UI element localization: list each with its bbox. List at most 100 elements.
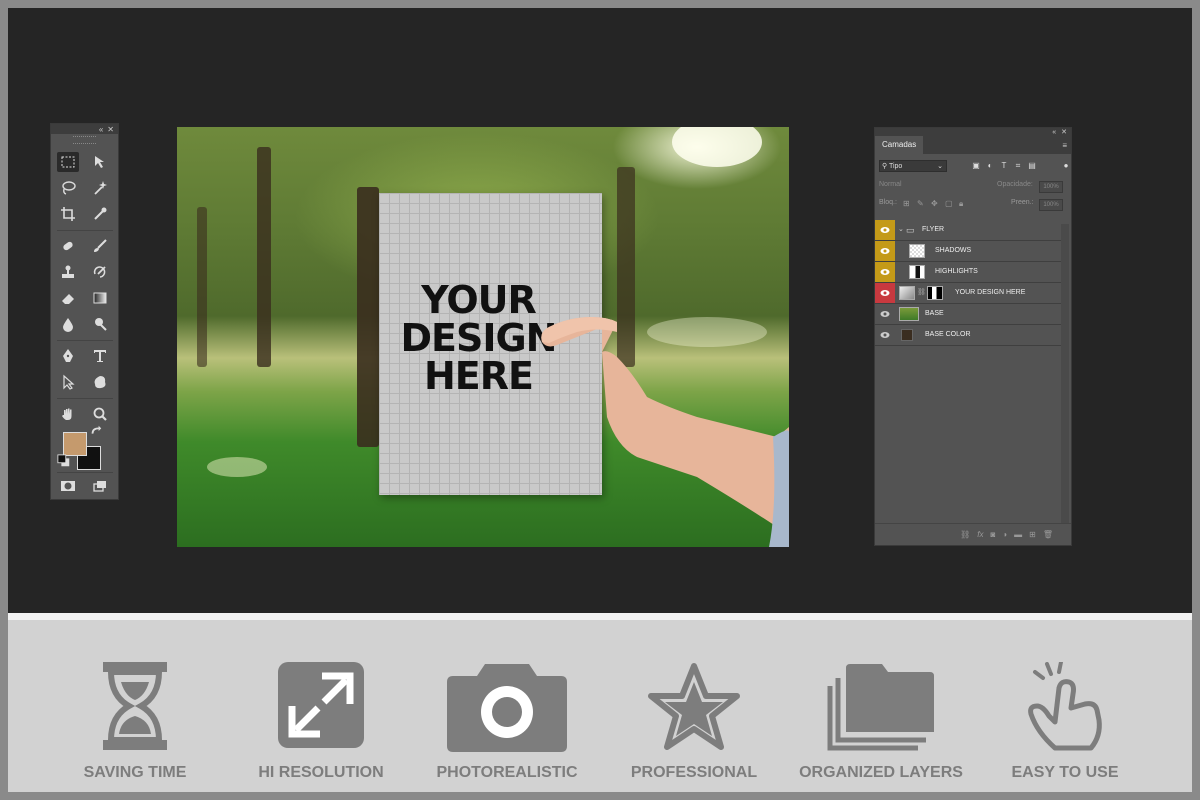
marquee-icon[interactable] bbox=[57, 152, 79, 172]
feature-label: ORGANIZED LAYERS bbox=[799, 764, 963, 781]
brush-icon[interactable] bbox=[89, 236, 111, 256]
visibility-eye-icon[interactable] bbox=[875, 325, 895, 345]
camera-icon bbox=[447, 664, 567, 752]
visibility-eye-icon[interactable] bbox=[875, 241, 895, 261]
filter-type-icon[interactable]: T bbox=[999, 161, 1009, 171]
group-expand-icon[interactable]: ⌄ bbox=[898, 220, 904, 240]
link-icon[interactable]: ⛓ bbox=[917, 283, 926, 303]
section-divider bbox=[8, 613, 1192, 620]
layer-filter-row: ⚲ Tipo ⌄ ▣ ◐ T ⌗ ▤ ● bbox=[879, 160, 1068, 174]
feature-label: EASY TO USE bbox=[1011, 764, 1119, 781]
layer-thumbnail bbox=[899, 307, 919, 321]
layer-row-base-color[interactable]: BASE COLOR bbox=[875, 325, 1061, 346]
adjustment-layer-icon[interactable]: ◑ bbox=[1002, 530, 1007, 539]
visibility-eye-icon[interactable] bbox=[875, 220, 895, 240]
type-icon[interactable] bbox=[89, 346, 111, 366]
move-icon[interactable] bbox=[89, 152, 111, 172]
fx-icon[interactable]: fx bbox=[977, 530, 983, 539]
magic-wand-icon[interactable] bbox=[89, 178, 111, 198]
document-canvas[interactable]: YOUR DESIGN HERE bbox=[177, 127, 789, 547]
filter-pixel-icon[interactable]: ▣ bbox=[971, 161, 981, 171]
tab-layers[interactable]: Camadas bbox=[875, 136, 924, 154]
healing-icon[interactable] bbox=[57, 236, 79, 256]
close-icon[interactable]: ✕ bbox=[1061, 128, 1067, 136]
link-layers-icon[interactable]: ⛓ bbox=[960, 530, 970, 539]
layer-name: BASE COLOR bbox=[925, 331, 971, 338]
filter-adjustment-icon[interactable]: ◐ bbox=[985, 161, 995, 171]
hand-holding-paper bbox=[541, 317, 789, 547]
tool-separator bbox=[57, 340, 113, 341]
swap-colors-icon[interactable] bbox=[89, 424, 103, 438]
hand-icon[interactable] bbox=[57, 404, 79, 424]
tool-separator bbox=[57, 398, 113, 399]
filter-shape-icon[interactable]: ⌗ bbox=[1013, 161, 1023, 171]
tools-panel: « ✕ bbox=[50, 123, 119, 500]
shape-icon[interactable] bbox=[89, 372, 111, 392]
layer-row-flyer[interactable]: ⌄ ▭ FLYER bbox=[875, 220, 1061, 241]
visibility-eye-icon[interactable] bbox=[875, 262, 895, 282]
quick-mask-icon[interactable] bbox=[57, 476, 79, 496]
lock-artboard-icon[interactable]: ▢ bbox=[945, 199, 953, 208]
opacity-label: Opacidade: bbox=[997, 181, 1033, 188]
smart-object-thumbnail bbox=[899, 286, 915, 300]
lock-transparent-icon[interactable]: ⊞ bbox=[903, 199, 910, 208]
layer-row-highlights[interactable]: HIGHLIGHTS bbox=[875, 262, 1061, 283]
delete-layer-icon[interactable]: 🗑︎ bbox=[1043, 530, 1053, 539]
new-group-icon[interactable]: ▬ bbox=[1014, 530, 1022, 539]
new-layer-icon[interactable]: ⊞ bbox=[1029, 530, 1036, 539]
panel-grip[interactable] bbox=[73, 136, 96, 144]
path-select-icon[interactable] bbox=[57, 372, 79, 392]
layer-row-base[interactable]: BASE bbox=[875, 304, 1061, 325]
tool-separator bbox=[57, 230, 113, 231]
visibility-eye-icon[interactable] bbox=[875, 283, 895, 303]
layers-scrollbar[interactable] bbox=[1061, 224, 1069, 524]
layers-panel: « ✕ Camadas ≡ ⚲ Tipo ⌄ ▣ ◐ T ⌗ ▤ ● Normal bbox=[874, 127, 1072, 546]
lasso-icon[interactable] bbox=[57, 178, 79, 198]
history-brush-icon[interactable] bbox=[89, 262, 111, 282]
folder-icon: ▭ bbox=[906, 225, 915, 235]
tool-separator bbox=[57, 472, 113, 473]
panel-menu-icon[interactable]: ≡ bbox=[1062, 141, 1067, 150]
layer-name: SHADOWS bbox=[935, 247, 972, 254]
dodge-icon[interactable] bbox=[89, 314, 111, 334]
tap-hand-icon bbox=[1028, 662, 1102, 751]
layer-row-your-design-here[interactable]: ⛓ YOUR DESIGN HERE bbox=[875, 283, 1061, 304]
filter-smart-object-icon[interactable]: ▤ bbox=[1027, 161, 1037, 171]
collapse-icon[interactable]: « bbox=[99, 125, 103, 134]
layer-thumbnail bbox=[909, 244, 925, 258]
feature-label: PHOTOREALISTIC bbox=[436, 764, 578, 781]
zoom-icon[interactable] bbox=[89, 404, 111, 424]
eyedropper-icon[interactable] bbox=[89, 204, 111, 224]
expand-icon bbox=[278, 662, 364, 748]
close-icon[interactable]: ✕ bbox=[107, 125, 114, 134]
default-colors-icon[interactable] bbox=[57, 454, 71, 468]
blur-icon[interactable] bbox=[57, 314, 79, 334]
fill-input[interactable]: 100% bbox=[1039, 199, 1063, 211]
blend-mode-select[interactable]: Normal bbox=[879, 181, 902, 188]
fill-label: Preen.: bbox=[1011, 199, 1034, 206]
filter-type-select[interactable]: ⚲ Tipo ⌄ bbox=[879, 160, 947, 172]
chevron-down-icon: ⌄ bbox=[937, 163, 943, 170]
stamp-icon[interactable] bbox=[57, 262, 79, 282]
layers-panel-header[interactable]: « ✕ bbox=[875, 128, 1071, 136]
add-mask-icon[interactable]: ◙ bbox=[990, 530, 995, 539]
tools-panel-header[interactable]: « ✕ bbox=[51, 124, 118, 134]
lock-label: Bloq.: bbox=[879, 199, 897, 206]
eraser-icon[interactable] bbox=[57, 288, 79, 308]
visibility-eye-icon[interactable] bbox=[875, 304, 895, 324]
layer-row-shadows[interactable]: SHADOWS bbox=[875, 241, 1061, 262]
gradient-icon[interactable] bbox=[89, 288, 111, 308]
opacity-input[interactable]: 100% bbox=[1039, 181, 1063, 193]
lock-all-icon[interactable]: 🔒︎ bbox=[959, 199, 963, 209]
pen-icon[interactable] bbox=[57, 346, 79, 366]
screen-mode-icon[interactable] bbox=[89, 476, 111, 496]
image-frame: « ✕ YOUR DESIGN HERE « ✕ Camadas ≡ ⚲ Tip… bbox=[8, 8, 1192, 792]
photoshop-workspace: « ✕ YOUR DESIGN HERE « ✕ Camadas ≡ ⚲ Tip… bbox=[8, 8, 1192, 613]
lock-image-icon[interactable]: ✎ bbox=[917, 199, 924, 208]
filter-toggle-icon[interactable]: ● bbox=[1061, 161, 1071, 171]
layers-icon bbox=[827, 664, 934, 751]
collapse-icon[interactable]: « bbox=[1052, 129, 1056, 136]
crop-icon[interactable] bbox=[57, 204, 79, 224]
lock-position-icon[interactable]: ✥ bbox=[931, 199, 938, 208]
star-icon bbox=[648, 663, 740, 750]
